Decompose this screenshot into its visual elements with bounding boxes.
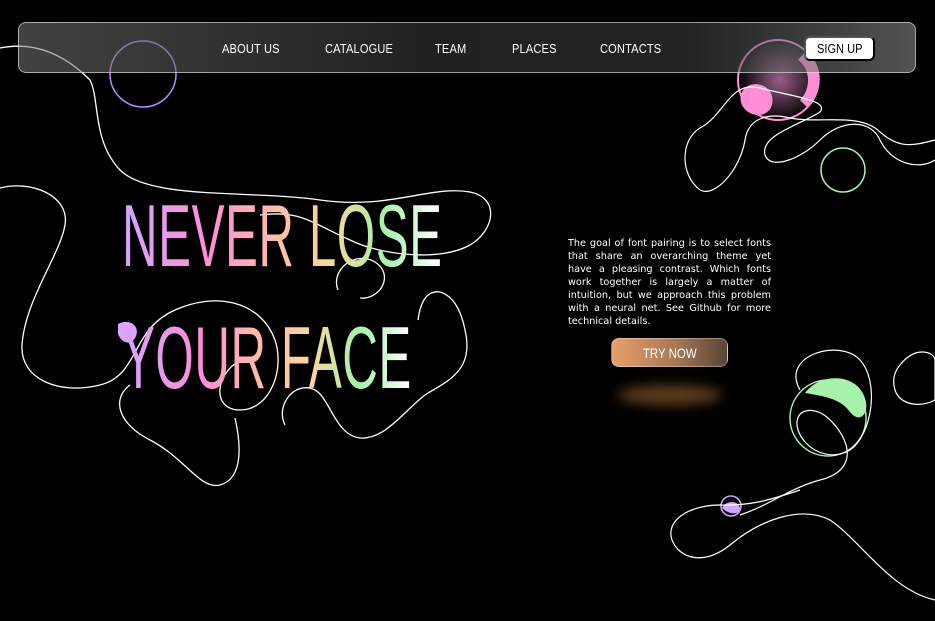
try-now-label: TRY NOW — [642, 344, 697, 361]
cta-glow — [618, 385, 722, 405]
sign-up-button[interactable]: SIGN UP — [804, 36, 875, 61]
nav-link-places[interactable]: PLACES — [512, 41, 557, 56]
top-navigation-bar: ABOUT US CATALOGUE TEAM PLACES CONTACTS … — [18, 22, 916, 73]
nav-link-contacts[interactable]: CONTACTS — [600, 41, 661, 56]
green-blob — [805, 378, 867, 418]
nav-link-catalogue[interactable]: CATALOGUE — [325, 41, 393, 56]
hero-description: The goal of font pairing is to select fo… — [568, 238, 771, 327]
try-now-button[interactable]: TRY NOW — [611, 338, 728, 367]
green-ring-circle — [820, 147, 866, 193]
nav-link-about-us[interactable]: ABOUT US — [222, 41, 280, 56]
sign-up-label: SIGN UP — [816, 41, 863, 56]
hero-headline-line-2: YOUR FACE — [122, 308, 412, 407]
hero-headline-line-1: NEVER LOSE — [122, 186, 443, 285]
nav-link-team[interactable]: TEAM — [435, 41, 466, 56]
